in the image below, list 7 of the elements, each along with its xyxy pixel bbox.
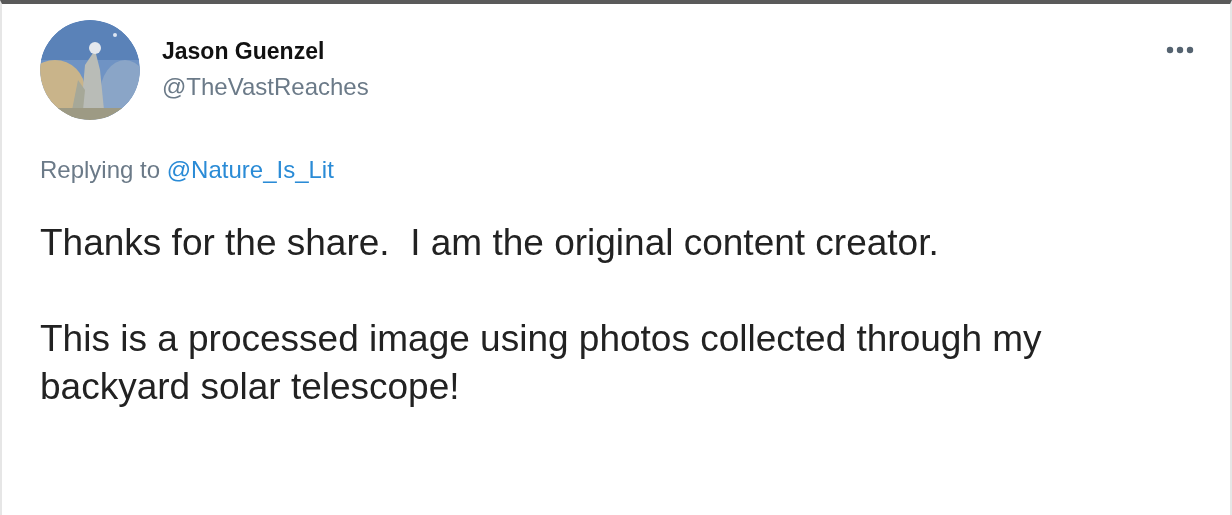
mention-link[interactable]: @Nature_Is_Lit: [166, 156, 334, 183]
tweet-text: This is a processed image using photos collected through my backyard solar telescope!: [40, 316, 1043, 409]
author-handle[interactable]: @TheVastReaches: [162, 73, 1144, 101]
author-name[interactable]: Jason Guenzel: [162, 38, 1144, 65]
tweet-text: Thanks for the share. I am the original content creator.: [40, 221, 940, 265]
replying-to-text: Replying to @Nature_Is_Lit: [40, 156, 335, 184]
more-icon[interactable]: [1166, 46, 1194, 54]
